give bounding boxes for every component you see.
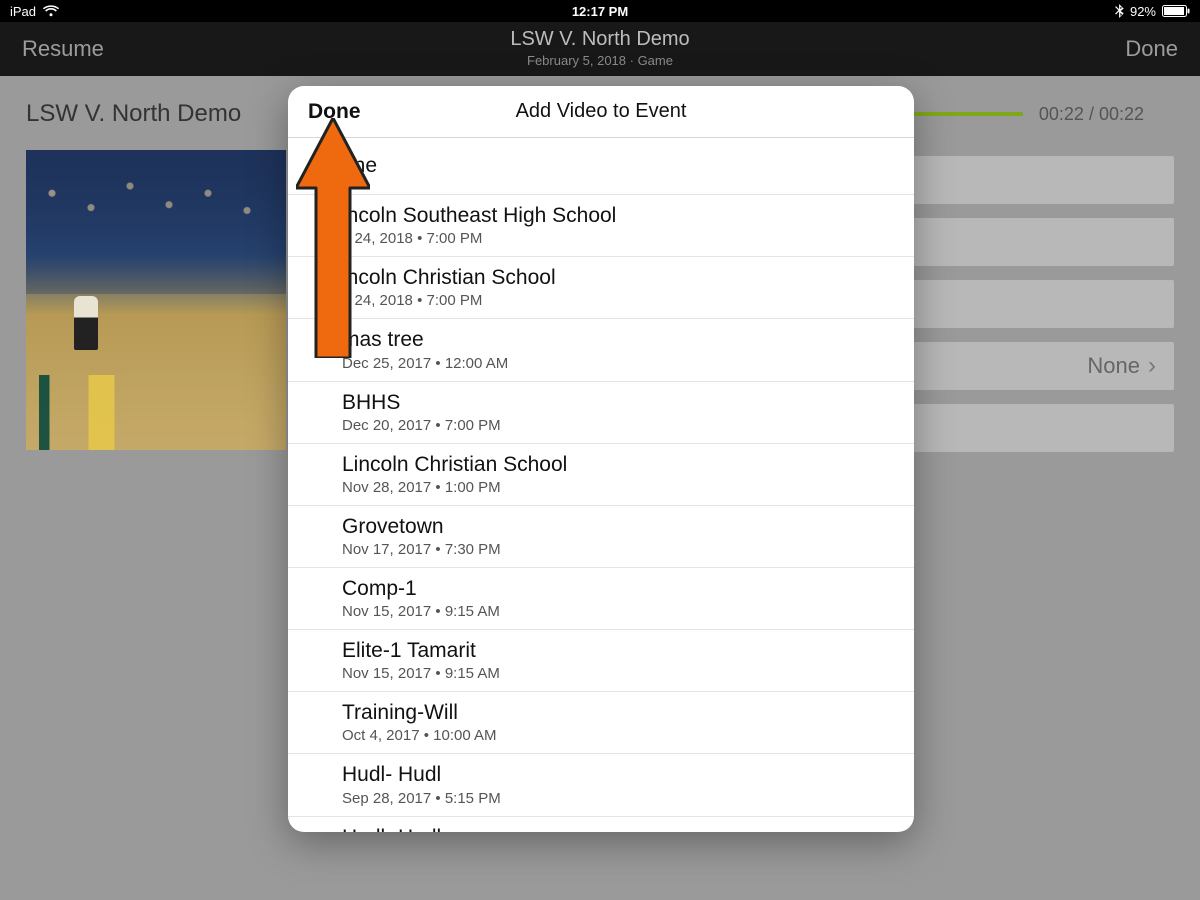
event-meta: Oct 4, 2017 • 10:00 AM — [342, 727, 896, 744]
event-list-item[interactable]: BHHS Dec 20, 2017 • 7:00 PM — [288, 382, 914, 444]
event-meta: Nov 17, 2017 • 7:30 PM — [342, 541, 896, 558]
battery-percent: 92% — [1130, 4, 1156, 19]
resume-button[interactable]: Resume — [22, 36, 104, 62]
event-list-item[interactable]: incoln Christian School n 24, 2018 • 7:00… — [288, 257, 914, 319]
event-name: Comp-1 — [342, 577, 896, 601]
event-list-item[interactable]: Elite-1 Tamarit Nov 15, 2017 • 9:15 AM — [288, 630, 914, 692]
modal-done-button[interactable]: Done — [308, 100, 361, 124]
nav-subtitle: February 5, 2018 · Game — [510, 53, 689, 68]
event-list[interactable]: one incoln Southeast High School n 24, 201… — [288, 138, 914, 832]
event-name: Training-Will — [342, 701, 896, 725]
event-meta: Dec 25, 2017 • 12:00 AM — [342, 355, 896, 372]
clock: 12:17 PM — [572, 4, 628, 19]
wifi-icon — [43, 5, 59, 17]
nav-bar: Resume LSW V. North Demo February 5, 201… — [0, 22, 1200, 76]
nav-title: LSW V. North Demo — [510, 28, 689, 51]
event-meta: n 24, 2018 • 7:00 PM — [342, 230, 896, 247]
device-label: iPad — [10, 4, 36, 19]
event-list-item[interactable]: one — [288, 138, 914, 195]
event-list-item[interactable]: Comp-1 Nov 15, 2017 • 9:15 AM — [288, 568, 914, 630]
event-name: mas tree — [342, 328, 896, 352]
add-video-modal: Done Add Video to Event one incoln Southe… — [288, 86, 914, 832]
battery-icon — [1162, 5, 1190, 17]
event-meta: Dec 20, 2017 • 7:00 PM — [342, 417, 896, 434]
event-meta: Sep 28, 2017 • 5:15 PM — [342, 790, 896, 807]
event-list-item[interactable]: incoln Southeast High School n 24, 2018 •… — [288, 195, 914, 257]
event-meta: Nov 28, 2017 • 1:00 PM — [342, 479, 896, 496]
event-list-item[interactable]: Grovetown Nov 17, 2017 • 7:30 PM — [288, 506, 914, 568]
event-name: Grovetown — [342, 515, 896, 539]
page-title: LSW V. North Demo — [26, 100, 241, 128]
modal-title: Add Video to Event — [288, 100, 914, 123]
video-thumbnail[interactable] — [26, 150, 286, 450]
event-meta: n 24, 2018 • 7:00 PM — [342, 292, 896, 309]
event-list-item[interactable]: Hudl- Hudl — [288, 817, 914, 832]
event-list-item[interactable]: Hudl- Hudl Sep 28, 2017 • 5:15 PM — [288, 754, 914, 816]
event-name: one — [342, 154, 896, 178]
event-name: BHHS — [342, 391, 896, 415]
event-name: Hudl- Hudl — [342, 763, 896, 787]
event-field-value: None — [1087, 353, 1140, 379]
event-list-item[interactable]: mas tree Dec 25, 2017 • 12:00 AM — [288, 319, 914, 381]
done-button[interactable]: Done — [1125, 36, 1178, 62]
event-name: Elite-1 Tamarit — [342, 639, 896, 663]
event-meta: Nov 15, 2017 • 9:15 AM — [342, 603, 896, 620]
bluetooth-icon — [1115, 4, 1124, 18]
event-name: incoln Southeast High School — [342, 204, 896, 228]
event-list-item[interactable]: Training-Will Oct 4, 2017 • 10:00 AM — [288, 692, 914, 754]
status-bar: iPad 12:17 PM 92% — [0, 0, 1200, 22]
event-meta: Nov 15, 2017 • 9:15 AM — [342, 665, 896, 682]
event-name: incoln Christian School — [342, 266, 896, 290]
modal-header: Done Add Video to Event — [288, 86, 914, 138]
event-list-item[interactable]: Lincoln Christian School Nov 28, 2017 • 1… — [288, 444, 914, 506]
event-name: Lincoln Christian School — [342, 453, 896, 477]
event-name: Hudl- Hudl — [342, 826, 896, 832]
chevron-right-icon: › — [1148, 352, 1156, 380]
timecode: 00:22 / 00:22 — [1039, 104, 1144, 125]
